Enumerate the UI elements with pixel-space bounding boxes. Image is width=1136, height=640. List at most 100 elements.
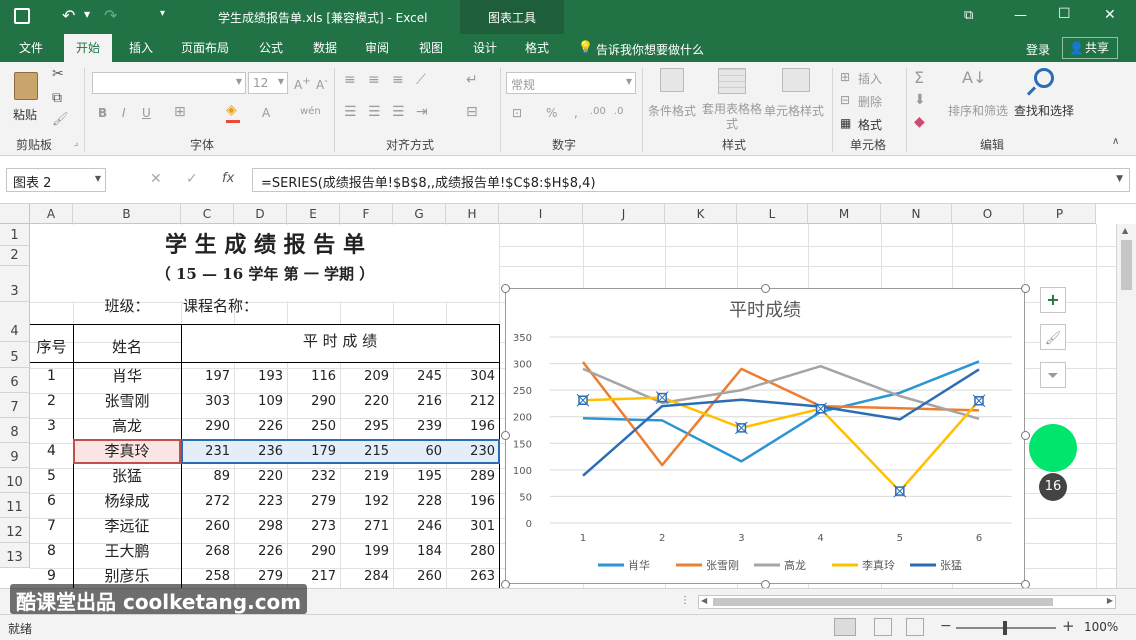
score-cell[interactable]: 279 (287, 489, 340, 514)
column-header[interactable]: A (30, 204, 73, 224)
score-cell[interactable]: 226 (234, 539, 287, 564)
format-cells-button[interactable]: 格式 (858, 116, 882, 133)
row-header[interactable]: 2 (0, 246, 30, 266)
insert-cells-icon[interactable]: ⊞ (840, 70, 850, 84)
formula-input[interactable]: =SERIES(成绩报告单!$B$8,,成绩报告单!$C$8:$H$8,4) ▼ (252, 168, 1130, 192)
score-cell[interactable]: 196 (446, 489, 499, 514)
insert-cells-button[interactable]: 插入 (858, 70, 882, 87)
column-header[interactable]: B (73, 204, 181, 224)
sheet-title[interactable]: 学 生 成 绩 报 告 单 (30, 226, 500, 264)
tab-home[interactable]: 开始 (64, 34, 112, 62)
undo-dropdown-icon[interactable]: ▼ (84, 10, 90, 19)
tell-me-box[interactable]: 告诉我你想要做什么 (596, 41, 704, 58)
font-size-box[interactable]: 12 ▼ (248, 72, 288, 94)
fill-color-icon[interactable]: ◈ (226, 102, 237, 118)
score-cell[interactable]: 195 (393, 464, 446, 489)
decrease-decimal-icon[interactable]: .0 (614, 106, 624, 117)
row-index[interactable]: 4 (30, 439, 73, 464)
score-cell[interactable]: 231 (181, 439, 234, 464)
delete-cells-button[interactable]: 删除 (858, 93, 882, 110)
format-painter-icon[interactable]: 🖌 (52, 112, 69, 127)
format-cells-icon[interactable]: ▦ (840, 116, 851, 130)
currency-icon[interactable]: ⊡ (512, 106, 522, 120)
score-cell[interactable]: 60 (393, 439, 446, 464)
column-header[interactable]: F (340, 204, 393, 224)
vertical-scrollbar[interactable]: ▲ (1116, 224, 1136, 588)
row-index[interactable]: 6 (30, 489, 73, 514)
resize-handle[interactable] (501, 284, 510, 293)
score-cell[interactable]: 109 (234, 389, 287, 414)
score-cell[interactable]: 301 (446, 514, 499, 539)
score-cell[interactable]: 236 (234, 439, 287, 464)
score-cell[interactable]: 239 (393, 414, 446, 439)
shrink-font-icon[interactable]: A- (316, 76, 328, 92)
score-cell[interactable]: 223 (234, 489, 287, 514)
cell-style-button[interactable]: 单元格样式 (764, 102, 824, 119)
split-handle-icon[interactable]: ⋮ (680, 595, 690, 606)
row-header[interactable]: 3 (0, 266, 30, 302)
fill-icon[interactable]: ⬇ (914, 92, 926, 108)
score-cell[interactable]: 263 (446, 564, 499, 588)
maximize-button[interactable]: ☐ (1058, 6, 1071, 22)
sheet-subtitle[interactable]: （ 15 — 16 学年 第 一 学期 ） (30, 262, 500, 286)
delete-cells-icon[interactable]: ⊟ (840, 93, 850, 107)
row-header[interactable]: 11 (0, 493, 30, 518)
score-cell[interactable]: 298 (234, 514, 287, 539)
row-header[interactable]: 9 (0, 443, 30, 468)
tab-design[interactable]: 设计 (462, 34, 508, 62)
column-header[interactable]: G (393, 204, 446, 224)
score-cell[interactable]: 193 (234, 364, 287, 389)
student-name[interactable]: 张雪刚 (73, 389, 181, 414)
score-cell[interactable]: 192 (340, 489, 393, 514)
align-bottom-icon[interactable]: ≡ (392, 72, 404, 88)
zoom-level[interactable]: 100% (1084, 620, 1118, 634)
collapse-ribbon-icon[interactable]: ∧ (1112, 136, 1119, 147)
score-cell[interactable]: 246 (393, 514, 446, 539)
score-cell[interactable]: 303 (181, 389, 234, 414)
chart-area[interactable]: 平时成绩 0 50 100 150 200 250 300 350 1 2 3 4 5 6 肖华 张雪刚 高龙 李真… (505, 288, 1025, 584)
student-name[interactable]: 李远征 (73, 514, 181, 539)
restore-ribbon-icon[interactable]: ⧉ (964, 8, 973, 23)
clear-icon[interactable]: ◆ (914, 114, 925, 130)
undo-icon[interactable]: ↶ (62, 6, 75, 25)
underline-button[interactable]: U (142, 106, 151, 120)
score-cell[interactable]: 290 (287, 389, 340, 414)
row-index[interactable]: 5 (30, 464, 73, 489)
student-name[interactable]: 王大鹏 (73, 539, 181, 564)
cancel-icon[interactable]: ✕ (150, 171, 162, 187)
column-header[interactable]: J (583, 204, 665, 224)
score-cell[interactable]: 199 (340, 539, 393, 564)
student-name[interactable]: 张猛 (73, 464, 181, 489)
row-header[interactable]: 8 (0, 418, 30, 443)
scroll-thumb[interactable] (1121, 240, 1132, 290)
save-icon[interactable] (14, 8, 30, 24)
sort-filter-icon[interactable]: A↓ (962, 68, 986, 87)
align-left-icon[interactable]: ☰ (344, 104, 357, 120)
row-index[interactable]: 3 (30, 414, 73, 439)
score-cell[interactable]: 289 (446, 464, 499, 489)
student-name[interactable]: 肖华 (73, 364, 181, 389)
score-cell[interactable]: 219 (340, 464, 393, 489)
score-cell[interactable]: 304 (446, 364, 499, 389)
clipboard-launcher-icon[interactable]: ⌟ (74, 138, 78, 148)
column-header[interactable]: K (665, 204, 737, 224)
normal-view-icon[interactable] (834, 618, 856, 636)
row-index[interactable]: 7 (30, 514, 73, 539)
resize-handle[interactable] (1021, 431, 1030, 440)
font-color-button[interactable]: A (262, 106, 270, 120)
score-cell[interactable]: 245 (393, 364, 446, 389)
row-header[interactable]: 10 (0, 468, 30, 493)
row-header[interactable]: 4 (0, 302, 30, 342)
align-middle-icon[interactable]: ≡ (368, 72, 380, 88)
name-box[interactable]: 图表 2 ▼ (6, 168, 106, 192)
score-cell[interactable]: 260 (393, 564, 446, 588)
comma-icon[interactable]: , (574, 106, 578, 120)
tab-view[interactable]: 视图 (408, 34, 454, 62)
close-button[interactable]: ✕ (1104, 7, 1116, 23)
scroll-left-icon[interactable]: ◀ (701, 596, 707, 605)
tab-insert[interactable]: 插入 (118, 34, 164, 62)
conditional-format-icon[interactable] (660, 68, 684, 92)
column-header[interactable]: C (181, 204, 234, 224)
customize-qat-icon[interactable]: ▾ (160, 8, 165, 19)
score-cell[interactable]: 232 (287, 464, 340, 489)
